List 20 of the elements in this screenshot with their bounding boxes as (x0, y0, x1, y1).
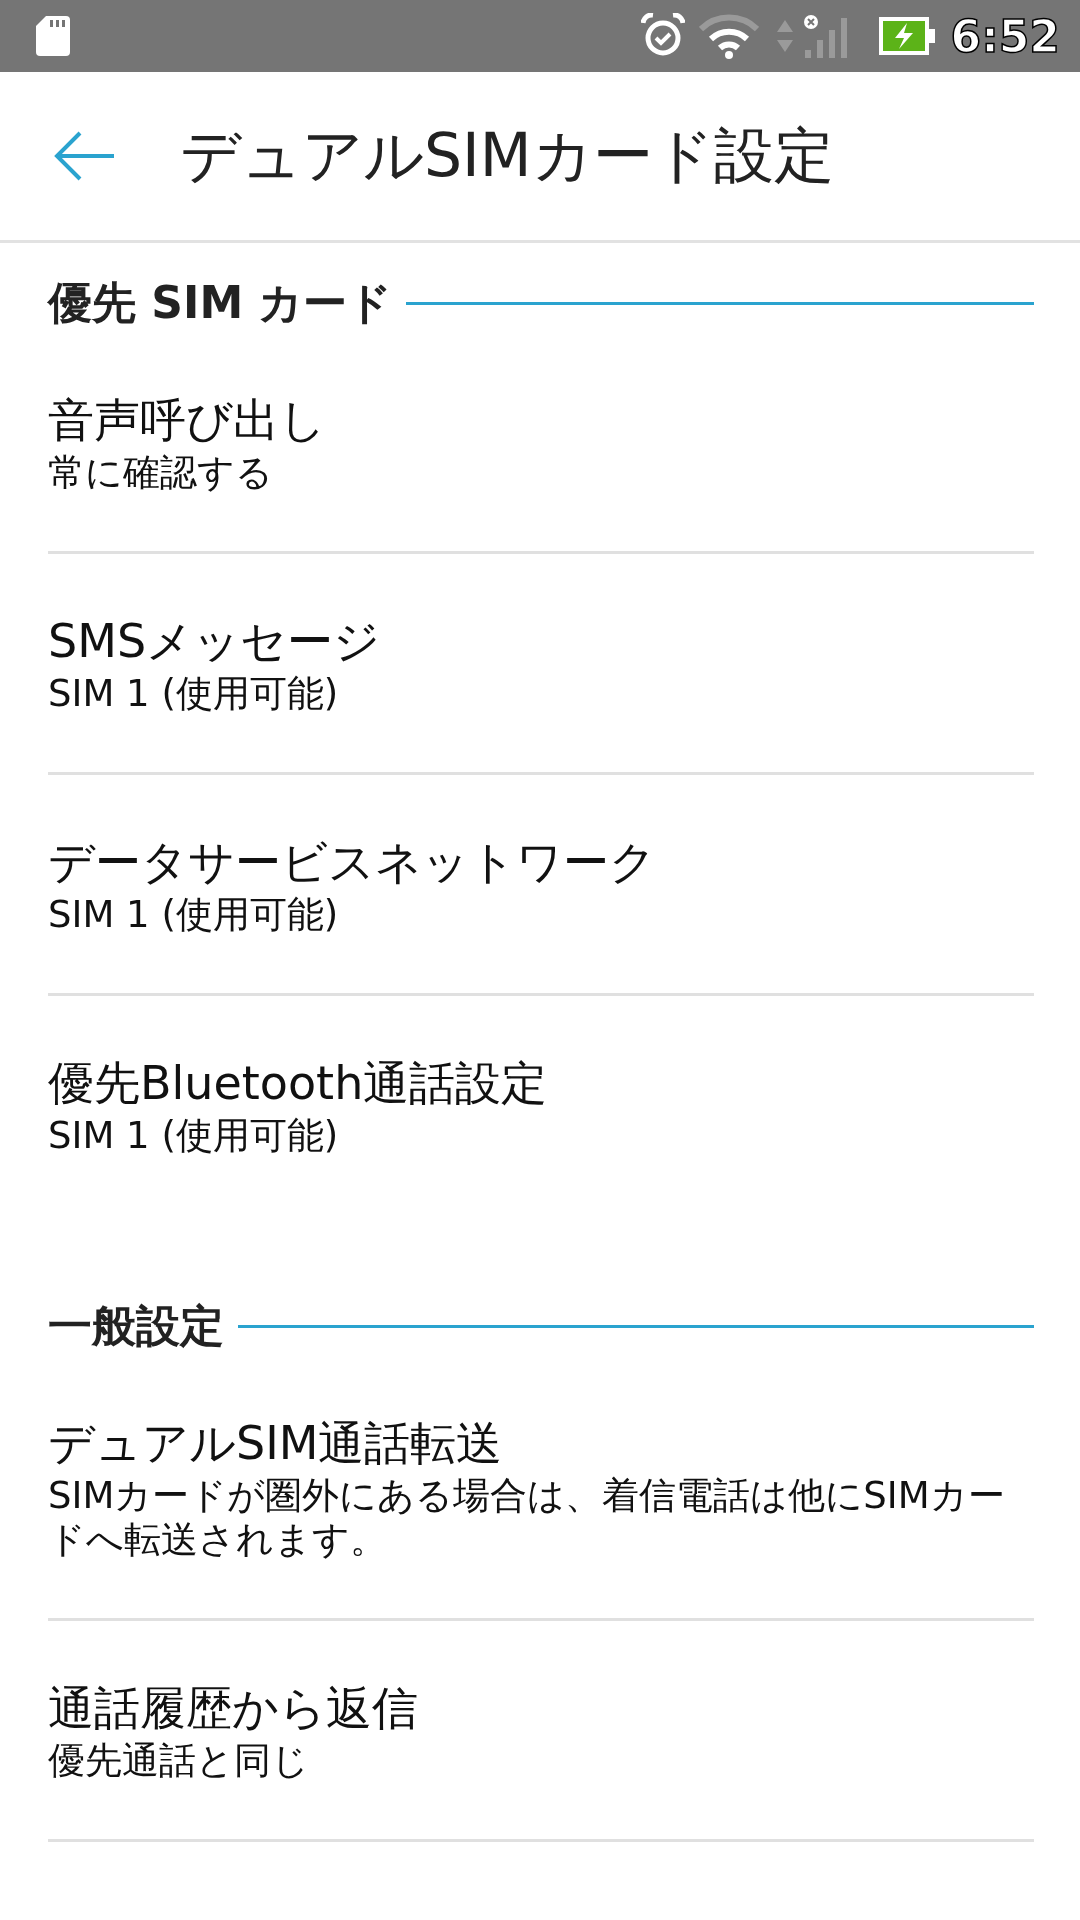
section-title: 一般設定 (48, 1298, 224, 1353)
setting-title[interactable]: SMSメッセージ (48, 612, 1034, 670)
sd-card-icon (36, 16, 70, 56)
setting-summary: SIM 1 (使用可能) (48, 893, 340, 937)
setting-title[interactable]: 音声呼び出し (48, 391, 1034, 449)
wifi-icon (698, 13, 759, 59)
battery-charging-icon (876, 15, 937, 57)
setting-summary: 優先通話と同じ (48, 1739, 310, 1783)
setting-summary: SIM 1 (使用可能) (48, 672, 340, 716)
setting-title[interactable]: デュアルSIM通話転送 (48, 1414, 1034, 1472)
setting-title[interactable]: データサービスネットワーク (48, 833, 1034, 891)
back-arrow-icon[interactable] (52, 130, 116, 182)
setting-summary: SIMカードが圏外にある場合は、着信電話は他にSIMカードへ転送されます。 (48, 1474, 1006, 1562)
setting-title[interactable]: 優先Bluetooth通話設定 (48, 1054, 1034, 1112)
setting-summary: SIM 1 (使用可能) (48, 1114, 340, 1158)
screen-title: デュアルSIMカード設定 (180, 118, 834, 192)
section-title: 優先 SIM カード (48, 275, 393, 330)
clock-time: 6:52 (950, 10, 1060, 62)
setting-summary: 常に確認する (48, 451, 274, 495)
setting-title[interactable]: 通話履歴から返信 (48, 1679, 1034, 1737)
